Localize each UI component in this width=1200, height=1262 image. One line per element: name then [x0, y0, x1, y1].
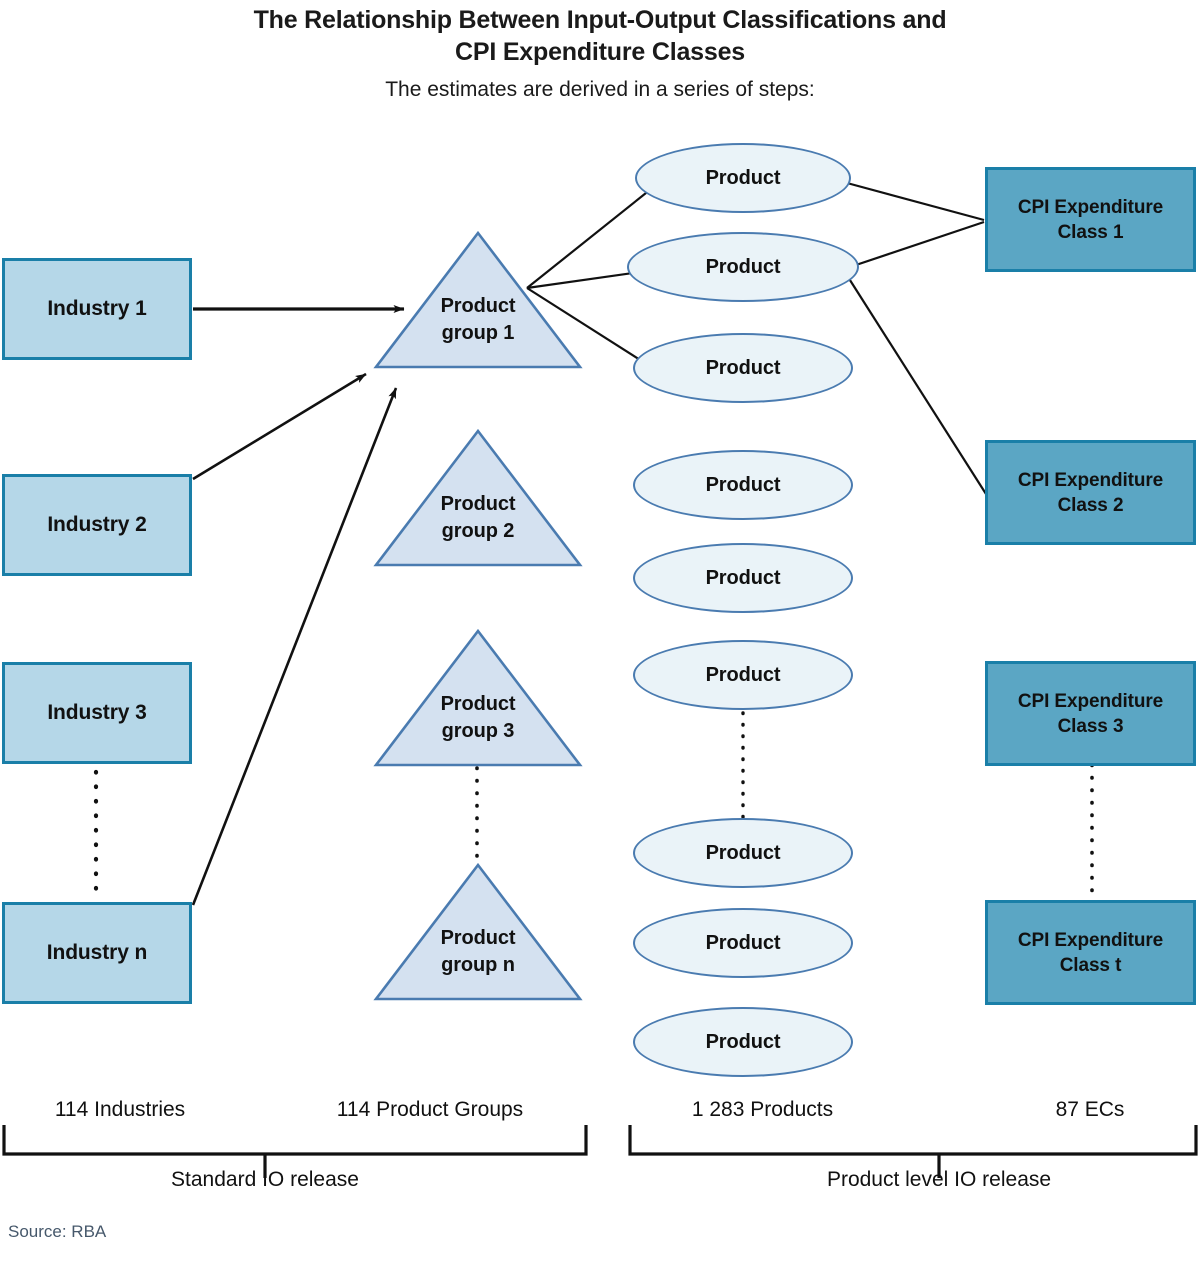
- industry-box-2-label: Industry 2: [47, 513, 147, 536]
- connector-industry2-to-group1: [192, 372, 367, 481]
- release-label-product-level-io: Product level IO release: [826, 1168, 1052, 1191]
- cpi-expenditure-class-box-t[interactable]: CPI Expenditure Class t: [985, 900, 1196, 1005]
- cpi-class-t-label-line2: Class t: [1059, 954, 1122, 976]
- connector-product2-to-cpi2: [847, 276, 987, 495]
- cpi-class-1-label-line2: Class 1: [1057, 221, 1124, 243]
- chart-title-block: The Relationship Between Input-Output Cl…: [0, 4, 1200, 105]
- count-label-ecs: 87 ECs: [1055, 1098, 1125, 1121]
- count-label-product-groups: 114 Product Groups: [336, 1098, 524, 1121]
- product-ellipse-4-label: Product: [705, 473, 781, 496]
- page-title-line-2: CPI Expenditure Classes: [455, 38, 745, 66]
- product-ellipse-7-label: Product: [705, 841, 781, 864]
- product-ellipse-3-label: Product: [705, 356, 781, 379]
- cpi-class-1-label-line1: CPI Expenditure: [1017, 196, 1164, 218]
- product-ellipse-9-label: Product: [705, 1030, 781, 1053]
- product-ellipse-4[interactable]: Product: [633, 450, 853, 520]
- cpi-expenditure-class-box-3[interactable]: CPI Expenditure Class 3: [985, 661, 1196, 766]
- triangle-shape-2: [373, 428, 583, 567]
- cpi-class-2-label-line2: Class 2: [1057, 494, 1124, 516]
- connector-product2-to-cpi1: [846, 220, 985, 270]
- cpi-class-2-label-line1: CPI Expenditure: [1017, 469, 1164, 491]
- product-ellipse-5[interactable]: Product: [633, 543, 853, 613]
- bracket-standard-io: [2, 1125, 588, 1156]
- triangle-shape-n: [373, 862, 583, 1001]
- product-ellipse-2-label: Product: [705, 255, 781, 278]
- industry-box-n-label: Industry n: [46, 941, 148, 964]
- product-ellipse-8-label: Product: [705, 931, 781, 954]
- industry-box-2[interactable]: Industry 2: [2, 474, 192, 576]
- diagram-root: The Relationship Between Input-Output Cl…: [0, 0, 1200, 1262]
- product-ellipse-3[interactable]: Product: [633, 333, 853, 403]
- cpi-expenditure-class-box-1[interactable]: CPI Expenditure Class 1: [985, 167, 1196, 272]
- product-group-triangle-n[interactable]: Product group n: [373, 862, 583, 1002]
- product-ellipse-7[interactable]: Product: [633, 818, 853, 888]
- cpi-class-t-label-line1: CPI Expenditure: [1017, 929, 1164, 951]
- connector-product1-to-cpi1: [846, 181, 985, 222]
- page-subtitle: The estimates are derived in a series of…: [385, 78, 815, 101]
- product-ellipse-1[interactable]: Product: [635, 143, 851, 213]
- release-label-standard-io: Standard IO release: [171, 1168, 359, 1191]
- product-ellipse-5-label: Product: [705, 566, 781, 589]
- industry-box-3[interactable]: Industry 3: [2, 662, 192, 764]
- industry-box-1[interactable]: Industry 1: [2, 258, 192, 360]
- industry-box-n[interactable]: Industry n: [2, 902, 192, 1004]
- source-note: Source: RBA: [8, 1222, 107, 1241]
- product-group-triangle-2[interactable]: Product group 2: [373, 428, 583, 568]
- product-group-triangle-3[interactable]: Product group 3: [373, 628, 583, 768]
- product-group-triangle-1[interactable]: Product group 1: [373, 230, 583, 370]
- connector-industryn-to-group1: [191, 387, 398, 906]
- cpi-class-3-label-line1: CPI Expenditure: [1017, 690, 1164, 712]
- cpi-expenditure-class-box-2[interactable]: CPI Expenditure Class 2: [985, 440, 1196, 545]
- page-title-line-1: The Relationship Between Input-Output Cl…: [253, 6, 947, 34]
- triangle-shape-3: [373, 628, 583, 767]
- product-ellipse-6-label: Product: [705, 663, 781, 686]
- triangle-shape-1: [373, 230, 583, 369]
- count-label-industries: 114 Industries: [54, 1098, 186, 1121]
- product-ellipse-1-label: Product: [705, 166, 781, 189]
- product-ellipse-9[interactable]: Product: [633, 1007, 853, 1077]
- industry-box-3-label: Industry 3: [47, 701, 147, 724]
- industry-box-1-label: Industry 1: [47, 297, 147, 320]
- bracket-product-level-io: [628, 1125, 1198, 1156]
- cpi-class-3-label-line2: Class 3: [1057, 715, 1124, 737]
- product-ellipse-8[interactable]: Product: [633, 908, 853, 978]
- product-ellipse-6[interactable]: Product: [633, 640, 853, 710]
- count-label-products: 1 283 Products: [691, 1098, 834, 1121]
- product-ellipse-2[interactable]: Product: [627, 232, 859, 302]
